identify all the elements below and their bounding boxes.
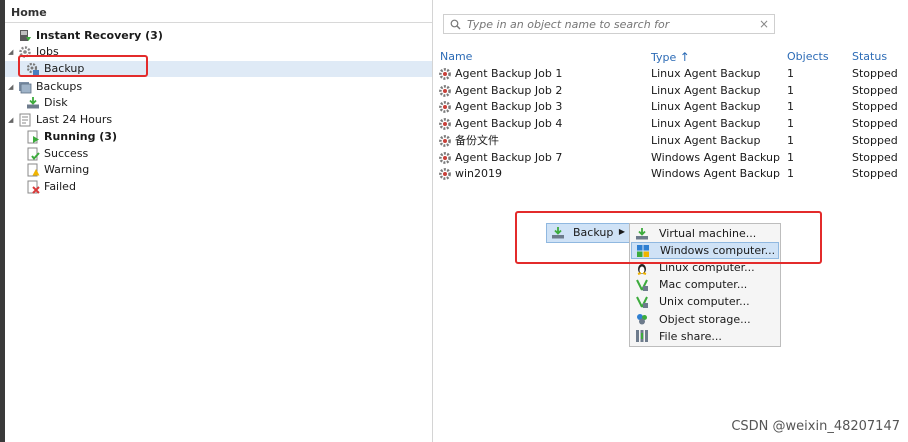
job-objects: 1 [787, 150, 794, 164]
table-row[interactable]: Agent Backup Job 7 Windows Agent Backup 1 S… [436, 150, 908, 166]
search-box[interactable]: × [443, 14, 775, 34]
job-objects: 1 [787, 117, 794, 131]
job-status: Stopped [852, 150, 898, 164]
clear-search-icon[interactable]: × [759, 17, 769, 31]
column-header-status[interactable]: Status [852, 50, 887, 63]
job-name: win2019 [455, 167, 503, 181]
column-header-name[interactable]: Name [440, 50, 472, 63]
job-type: Windows Agent Backup [651, 167, 780, 181]
tree-item-instant-recovery[interactable]: Instant Recovery (3) [18, 28, 163, 44]
job-type: Linux Agent Backup [651, 67, 761, 80]
tree-item-failed[interactable]: Failed [26, 179, 76, 195]
job-type: Linux Agent Backup [651, 117, 761, 131]
table-row[interactable]: Agent Backup Job 1 Linux Agent Backup 1 Sto… [436, 66, 908, 82]
job-status: Stopped [852, 100, 898, 114]
collapse-caret-icon[interactable]: ◢ [8, 116, 14, 124]
instant-recovery-icon [18, 29, 32, 43]
failed-icon [26, 180, 40, 194]
table-row[interactable]: Agent Backup Job 3 Linux Agent Backup 1 Sto… [436, 99, 908, 115]
job-status: Stopped [852, 117, 898, 131]
job-status: Stopped [852, 133, 898, 147]
job-name: Agent Backup Job 4 [455, 117, 563, 131]
success-icon [26, 147, 40, 161]
table-row[interactable]: Agent Backup Job 2 Linux Agent Backup 1 Sto… [436, 83, 908, 99]
job-name: Agent Backup Job 2 [455, 83, 563, 97]
running-icon [26, 130, 40, 144]
unix-icon [635, 295, 649, 309]
job-name: 备份文件 [455, 133, 499, 147]
object-storage-icon [635, 312, 649, 326]
menu-item-object-storage[interactable]: Object storage... [631, 311, 779, 328]
sort-ascending-icon: ↑ [679, 50, 690, 64]
job-objects: 1 [787, 67, 794, 80]
tree-item-success[interactable]: Success [26, 146, 88, 162]
collapse-caret-icon[interactable]: ◢ [8, 83, 14, 91]
collapse-caret-icon[interactable]: ◢ [8, 48, 14, 56]
table-row[interactable]: 备份文件 Linux Agent Backup 1 Stopped [436, 133, 908, 149]
backups-icon [18, 80, 32, 94]
tree-header: Home [11, 6, 47, 19]
backup-job-icon [438, 167, 452, 186]
job-type: Windows Agent Backup [651, 150, 780, 164]
job-status: Stopped [852, 67, 898, 80]
tree-item-backups[interactable]: Backups [18, 79, 82, 95]
tree-item-disk[interactable]: Disk [26, 95, 68, 111]
search-icon [450, 19, 461, 30]
menu-item-file-share[interactable]: File share... [631, 328, 779, 345]
history-icon [18, 113, 32, 127]
tree-item-running[interactable]: Running (3) [26, 129, 117, 145]
tree-item-warning[interactable]: Warning [26, 162, 89, 178]
mac-icon [635, 278, 649, 292]
job-name: Agent Backup Job 1 [455, 67, 563, 80]
warning-icon [26, 163, 40, 177]
job-type: Linux Agent Backup [651, 100, 761, 114]
job-objects: 1 [787, 100, 794, 114]
menu-item-unix[interactable]: Unix computer... [631, 293, 779, 310]
job-status: Stopped [852, 83, 898, 97]
job-objects: 1 [787, 167, 794, 181]
table-row[interactable]: win2019 Windows Agent Backup 1 Stopped [436, 166, 908, 182]
search-input[interactable] [465, 16, 749, 32]
job-name: Agent Backup Job 7 [455, 150, 563, 164]
annotation-box-menu [515, 211, 822, 264]
annotation-box-backup [18, 55, 148, 77]
job-type: Linux Agent Backup [651, 83, 761, 97]
disk-icon [26, 96, 40, 110]
menu-item-mac[interactable]: Mac computer... [631, 276, 779, 293]
watermark: CSDN @weixin_48207147 [731, 419, 900, 434]
job-type: Linux Agent Backup [651, 133, 761, 147]
job-objects: 1 [787, 83, 794, 97]
job-status: Stopped [852, 167, 898, 181]
job-objects: 1 [787, 133, 794, 147]
tree-header-divider [5, 22, 432, 23]
table-row[interactable]: Agent Backup Job 4 Linux Agent Backup 1 Sto… [436, 116, 908, 132]
column-header-objects[interactable]: Objects [787, 50, 829, 63]
job-name: Agent Backup Job 3 [455, 100, 563, 114]
tree-item-last-24-hours[interactable]: Last 24 Hours [18, 112, 112, 128]
column-header-type[interactable]: Type ↑ [651, 50, 690, 64]
file-share-icon [635, 329, 649, 343]
